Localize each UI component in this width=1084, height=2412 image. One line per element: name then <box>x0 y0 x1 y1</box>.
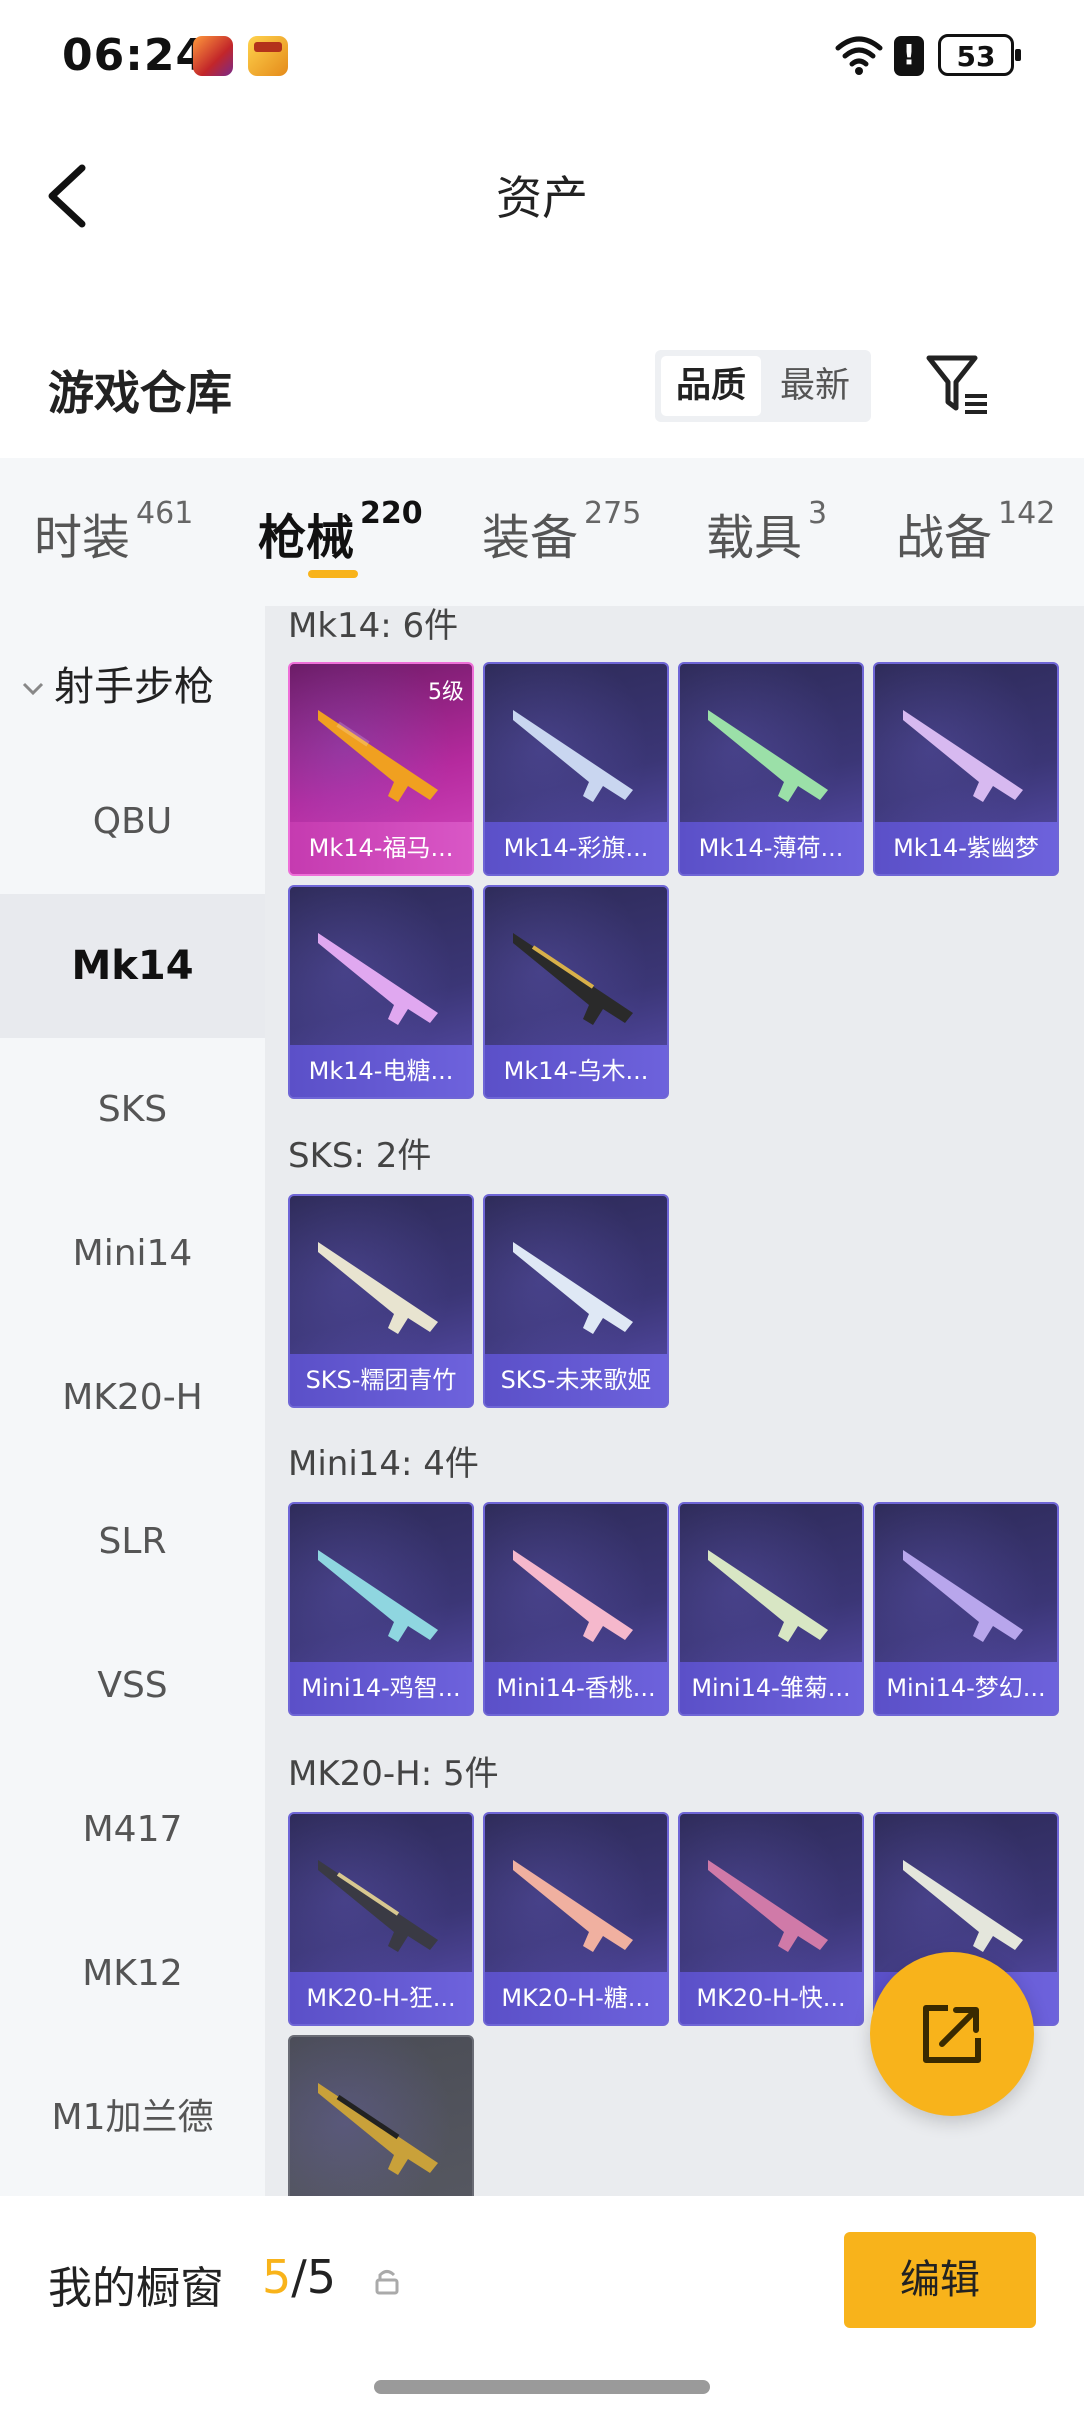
tab-fashion[interactable]: 时装 461 <box>34 496 193 568</box>
section-title: 游戏仓库 <box>48 366 232 420</box>
sidebar-item-mk12[interactable]: MK12 <box>0 1902 265 2046</box>
wifi-icon <box>835 36 883 75</box>
weapon-name: SKS-未来歌姬 <box>485 1354 667 1406</box>
weapon-card[interactable]: SKS-未来歌姬 <box>483 1194 669 1408</box>
rifle-skin-image <box>318 1242 438 1334</box>
weapon-name: Mk14-彩旗... <box>485 822 667 874</box>
battery-icon: 53 <box>938 34 1021 76</box>
weapon-card[interactable]: Mk14-彩旗... <box>483 662 669 876</box>
tab-equipment[interactable]: 装备 275 <box>482 496 641 568</box>
lock-icon <box>375 2270 399 2295</box>
weapon-name: MK20-H-快... <box>680 1972 862 2024</box>
group-header-mk20h: MK20-H: 5件 <box>288 1754 499 1794</box>
weapon-card[interactable]: MK20-H-糖... <box>483 1812 669 2026</box>
rifle-skin-image <box>513 1242 633 1334</box>
showcase-count: 5/5 <box>262 2250 337 2304</box>
edit-button[interactable]: 编辑 <box>844 2232 1036 2328</box>
game-app-icon <box>193 36 233 76</box>
weapon-card[interactable]: Mk14-紫幽梦 <box>873 662 1059 876</box>
rifle-skin-image <box>903 1550 1023 1642</box>
weapon-card[interactable]: Mk14-薄荷... <box>678 662 864 876</box>
tab-gear[interactable]: 战备 142 <box>896 496 1055 568</box>
weapon-type-sidebar: 射手步枪 QBU Mk14 SKS Mini14 MK20-H SLR VSS … <box>0 606 265 2196</box>
rifle-skin-image <box>708 1550 828 1642</box>
weapon-card[interactable]: Mk14-电糖... <box>288 885 474 1099</box>
weapon-name: MK20-H-糖... <box>485 1972 667 2024</box>
share-button[interactable] <box>870 1952 1034 2116</box>
battery-level: 53 <box>956 40 996 73</box>
status-bar: 06:24 ! 53 <box>0 0 1084 112</box>
weapon-name: Mk14-紫幽梦 <box>875 822 1057 874</box>
weapon-name: Mini14-雏菊... <box>680 1662 862 1714</box>
rifle-skin-image <box>513 710 633 802</box>
weapon-name: Mk14-乌木... <box>485 1045 667 1097</box>
group-header-mk14: Mk14: 6件 <box>288 606 459 646</box>
group-header-mini14: Mini14: 4件 <box>288 1444 479 1484</box>
weapon-name: Mini14-鸡智... <box>290 1662 472 1714</box>
rifle-skin-image <box>513 1550 633 1642</box>
sort-quality-option[interactable]: 品质 <box>661 356 761 416</box>
rifle-skin-image <box>903 1860 1023 1952</box>
rifle-skin-image <box>318 710 438 802</box>
weapon-card[interactable]: Mini14-鸡智... <box>288 1502 474 1716</box>
alert-icon: ! <box>894 36 924 76</box>
sidebar-item-mk14[interactable]: Mk14 <box>0 894 265 1038</box>
filter-icon[interactable] <box>925 352 991 418</box>
weapon-card[interactable]: MK20-H-快... <box>678 1812 864 2026</box>
sidebar-item-mk20h[interactable]: MK20-H <box>0 1326 265 1470</box>
sidebar-item-qbu[interactable]: QBU <box>0 750 265 894</box>
weapon-name: Mini14-香桃... <box>485 1662 667 1714</box>
rifle-skin-image <box>903 710 1023 802</box>
tab-vehicles[interactable]: 载具 3 <box>706 496 827 568</box>
share-icon <box>923 2005 981 2063</box>
rifle-skin-image <box>708 1860 828 1952</box>
weapon-name: SKS-糯团青竹 <box>290 1354 472 1406</box>
sort-toggle: 品质 最新 <box>655 350 871 422</box>
rifle-skin-image <box>513 933 633 1025</box>
status-time: 06:24 <box>62 30 208 81</box>
sidebar-group-marksman[interactable]: 射手步枪 <box>20 654 214 712</box>
weapon-name: Mk14-薄荷... <box>680 822 862 874</box>
rifle-skin-image <box>708 710 828 802</box>
weapon-name: MK20-H-狂... <box>290 1972 472 2024</box>
rifle-skin-image <box>318 1860 438 1952</box>
weapon-card[interactable]: SKS-糯团青竹 <box>288 1194 474 1408</box>
chevron-down-icon <box>22 682 44 696</box>
weapon-card[interactable]: 5级 Mk14-福马... <box>288 662 474 876</box>
page-title: 资产 <box>496 171 588 225</box>
helper-app-icon <box>248 36 288 76</box>
weapon-name: Mk14-福马... <box>290 822 472 874</box>
weapon-card[interactable] <box>288 2035 474 2196</box>
weapon-name: Mk14-电糖... <box>290 1045 472 1097</box>
category-tabs: 时装 461 枪械 220 装备 275 载具 3 战备 142 <box>0 458 1084 606</box>
group-header-sks: SKS: 2件 <box>288 1136 432 1176</box>
weapon-name: Mini14-梦幻... <box>875 1662 1057 1714</box>
weapon-card[interactable]: Mini14-梦幻... <box>873 1502 1059 1716</box>
sidebar-item-vss[interactable]: VSS <box>0 1614 265 1758</box>
sidebar-item-sks[interactable]: SKS <box>0 1038 265 1182</box>
sidebar-item-m417[interactable]: M417 <box>0 1758 265 1902</box>
rifle-skin-image <box>513 1860 633 1952</box>
home-indicator[interactable] <box>374 2380 710 2394</box>
weapon-card[interactable]: Mini14-雏菊... <box>678 1502 864 1716</box>
showcase-label: 我的橱窗 <box>48 2263 224 2314</box>
rifle-skin-image <box>318 933 438 1025</box>
sort-newest-option[interactable]: 最新 <box>765 356 865 416</box>
weapon-card[interactable]: Mk14-乌木... <box>483 885 669 1099</box>
level-badge: 5级 <box>428 680 464 705</box>
weapon-card[interactable]: Mini14-香桃... <box>483 1502 669 1716</box>
sidebar-item-m1-garand[interactable]: M1加兰德 <box>0 2046 265 2190</box>
tab-guns[interactable]: 枪械 220 <box>258 496 423 568</box>
rifle-skin-image <box>318 2083 438 2175</box>
weapon-card[interactable]: MK20-H-狂... <box>288 1812 474 2026</box>
tab-indicator <box>308 570 358 578</box>
showcase-bar: 我的橱窗 5/5 编辑 <box>0 2196 1084 2412</box>
sidebar-item-mini14[interactable]: Mini14 <box>0 1182 265 1326</box>
sidebar-item-slr[interactable]: SLR <box>0 1470 265 1614</box>
rifle-skin-image <box>318 1550 438 1642</box>
